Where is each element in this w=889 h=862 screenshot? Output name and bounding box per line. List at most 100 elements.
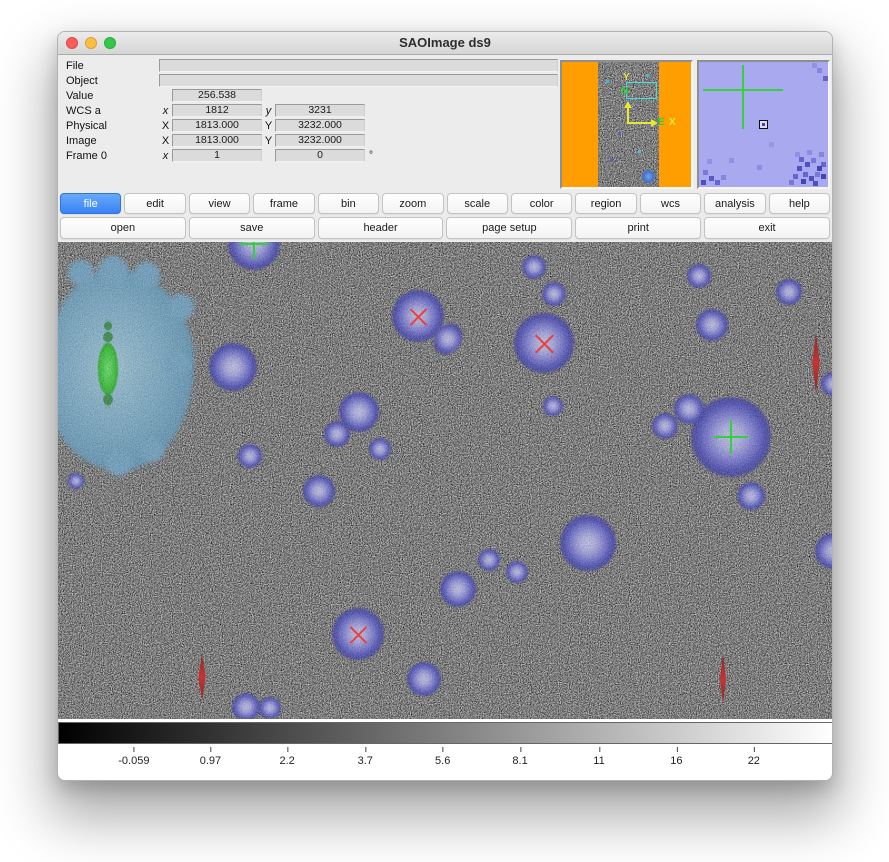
colorbar-tick: 2.2 bbox=[279, 755, 294, 767]
star-blob bbox=[238, 444, 262, 468]
star-blob bbox=[687, 264, 711, 288]
panner-east-label: E bbox=[658, 118, 665, 128]
value-field[interactable]: 256.538 bbox=[172, 89, 262, 102]
info-bar: File Object Value 256.538 WCS a x 1812 y bbox=[58, 55, 832, 190]
menu-zoom[interactable]: zoom bbox=[382, 193, 443, 214]
value-row: Value 256.538 bbox=[66, 89, 560, 102]
file-field[interactable] bbox=[159, 59, 558, 72]
titlebar[interactable]: SAOImage ds9 bbox=[58, 32, 832, 55]
menu-bin[interactable]: bin bbox=[318, 193, 379, 214]
panner-star-blob bbox=[642, 170, 655, 183]
star-blob bbox=[506, 561, 528, 583]
page-setup-button[interactable]: page setup bbox=[446, 217, 572, 239]
object-row: Object bbox=[66, 74, 560, 87]
star-blob bbox=[68, 473, 84, 489]
image-y-field[interactable]: 3232.000 bbox=[275, 134, 365, 147]
saturated-galaxy-region bbox=[58, 260, 211, 485]
greencross-marker[interactable] bbox=[239, 242, 269, 259]
redx-marker[interactable] bbox=[407, 305, 429, 327]
colorbar-tick: 3.7 bbox=[358, 755, 373, 767]
greencross-marker[interactable] bbox=[714, 420, 748, 454]
panner-star-dots bbox=[598, 62, 601, 65]
print-button[interactable]: print bbox=[575, 217, 701, 239]
star-blob bbox=[560, 515, 616, 571]
star-blob bbox=[407, 662, 441, 696]
exit-button[interactable]: exit bbox=[704, 217, 830, 239]
header-button[interactable]: header bbox=[318, 217, 444, 239]
menu-help[interactable]: help bbox=[769, 193, 830, 214]
image-x-field[interactable]: 1813.000 bbox=[172, 134, 262, 147]
minimize-button[interactable] bbox=[85, 37, 97, 49]
star-blob bbox=[542, 282, 566, 306]
magnifier[interactable] bbox=[697, 60, 830, 189]
object-field[interactable] bbox=[159, 74, 558, 87]
menu-region[interactable]: region bbox=[575, 193, 636, 214]
star-blob bbox=[478, 549, 500, 571]
panner-y-axis-label: Y bbox=[623, 73, 630, 83]
star-blob bbox=[369, 438, 391, 460]
magnifier-pixels bbox=[699, 62, 704, 67]
star-blob bbox=[674, 394, 704, 424]
menu-wcs[interactable]: wcs bbox=[640, 193, 701, 214]
menu-edit[interactable]: edit bbox=[124, 193, 185, 214]
ds9-window: SAOImage ds9 File Object Value 256.538 bbox=[57, 31, 833, 781]
open-button[interactable]: open bbox=[60, 217, 186, 239]
menu-view[interactable]: view bbox=[189, 193, 250, 214]
file-row: File bbox=[66, 59, 560, 72]
colorbar-section: -0.059 0.97 2.2 3.7 5.6 8.1 11 16 22 bbox=[58, 719, 832, 781]
redx-marker[interactable] bbox=[347, 623, 369, 645]
panner[interactable]: Y N E X bbox=[560, 60, 693, 189]
star-blob bbox=[696, 309, 728, 341]
colorbar-tick: 0.97 bbox=[200, 755, 221, 767]
menu-file[interactable]: file bbox=[60, 193, 121, 214]
wcs-y-field[interactable]: 3231 bbox=[275, 104, 365, 117]
physical-y-label: Y bbox=[262, 120, 275, 132]
redx-marker[interactable] bbox=[532, 331, 556, 355]
image-label: Image bbox=[66, 135, 159, 147]
wcs-y-label: y bbox=[262, 105, 275, 117]
panner-viewport-rect[interactable] bbox=[626, 82, 657, 99]
frame-label: Frame 0 bbox=[66, 150, 159, 162]
star-blob bbox=[259, 697, 281, 719]
menu-color[interactable]: color bbox=[511, 193, 572, 214]
physical-x-field[interactable]: 1813.000 bbox=[172, 119, 262, 132]
star-blob bbox=[209, 343, 257, 391]
frame-rotation-field[interactable]: 0 bbox=[275, 149, 365, 162]
frame-row: Frame 0 x 1 0 ° bbox=[66, 149, 560, 162]
image-x-label: X bbox=[159, 135, 172, 147]
star-blob bbox=[737, 482, 765, 510]
physical-label: Physical bbox=[66, 120, 159, 132]
menu-scale[interactable]: scale bbox=[447, 193, 508, 214]
image-y-label: Y bbox=[262, 135, 275, 147]
file-label: File bbox=[66, 60, 159, 72]
star-blob bbox=[440, 571, 476, 607]
menu-frame[interactable]: frame bbox=[253, 193, 314, 214]
wcs-row: WCS a x 1812 y 3231 bbox=[66, 104, 560, 117]
star-blob bbox=[776, 279, 802, 305]
info-panel: File Object Value 256.538 WCS a x 1812 y bbox=[66, 58, 560, 164]
colorbar-tick: 11 bbox=[593, 755, 604, 767]
wcs-x-label: x bbox=[159, 105, 172, 117]
physical-row: Physical X 1813.000 Y 3232.000 bbox=[66, 119, 560, 132]
star-blob bbox=[303, 475, 335, 507]
image-canvas[interactable] bbox=[58, 242, 833, 719]
wcs-x-field[interactable]: 1812 bbox=[172, 104, 262, 117]
object-label: Object bbox=[66, 75, 159, 87]
file-menu-bar: open save header page setup print exit bbox=[58, 217, 832, 239]
colorbar-tick: -0.059 bbox=[118, 755, 149, 767]
star-blob bbox=[522, 255, 546, 279]
panner-x-axis-label: X bbox=[669, 118, 676, 128]
desktop: SAOImage ds9 File Object Value 256.538 bbox=[0, 0, 889, 862]
panner-x-axis-line bbox=[627, 122, 652, 124]
fullscreen-button[interactable] bbox=[104, 37, 116, 49]
save-button[interactable]: save bbox=[189, 217, 315, 239]
physical-y-field[interactable]: 3232.000 bbox=[275, 119, 365, 132]
physical-x-label: X bbox=[159, 120, 172, 132]
value-label: Value bbox=[66, 90, 159, 102]
colorbar[interactable] bbox=[58, 722, 833, 744]
menu-analysis[interactable]: analysis bbox=[704, 193, 765, 214]
star-blob bbox=[652, 413, 678, 439]
close-button[interactable] bbox=[66, 37, 78, 49]
colorbar-tick: 22 bbox=[748, 755, 760, 767]
frame-zoom-field[interactable]: 1 bbox=[172, 149, 262, 162]
